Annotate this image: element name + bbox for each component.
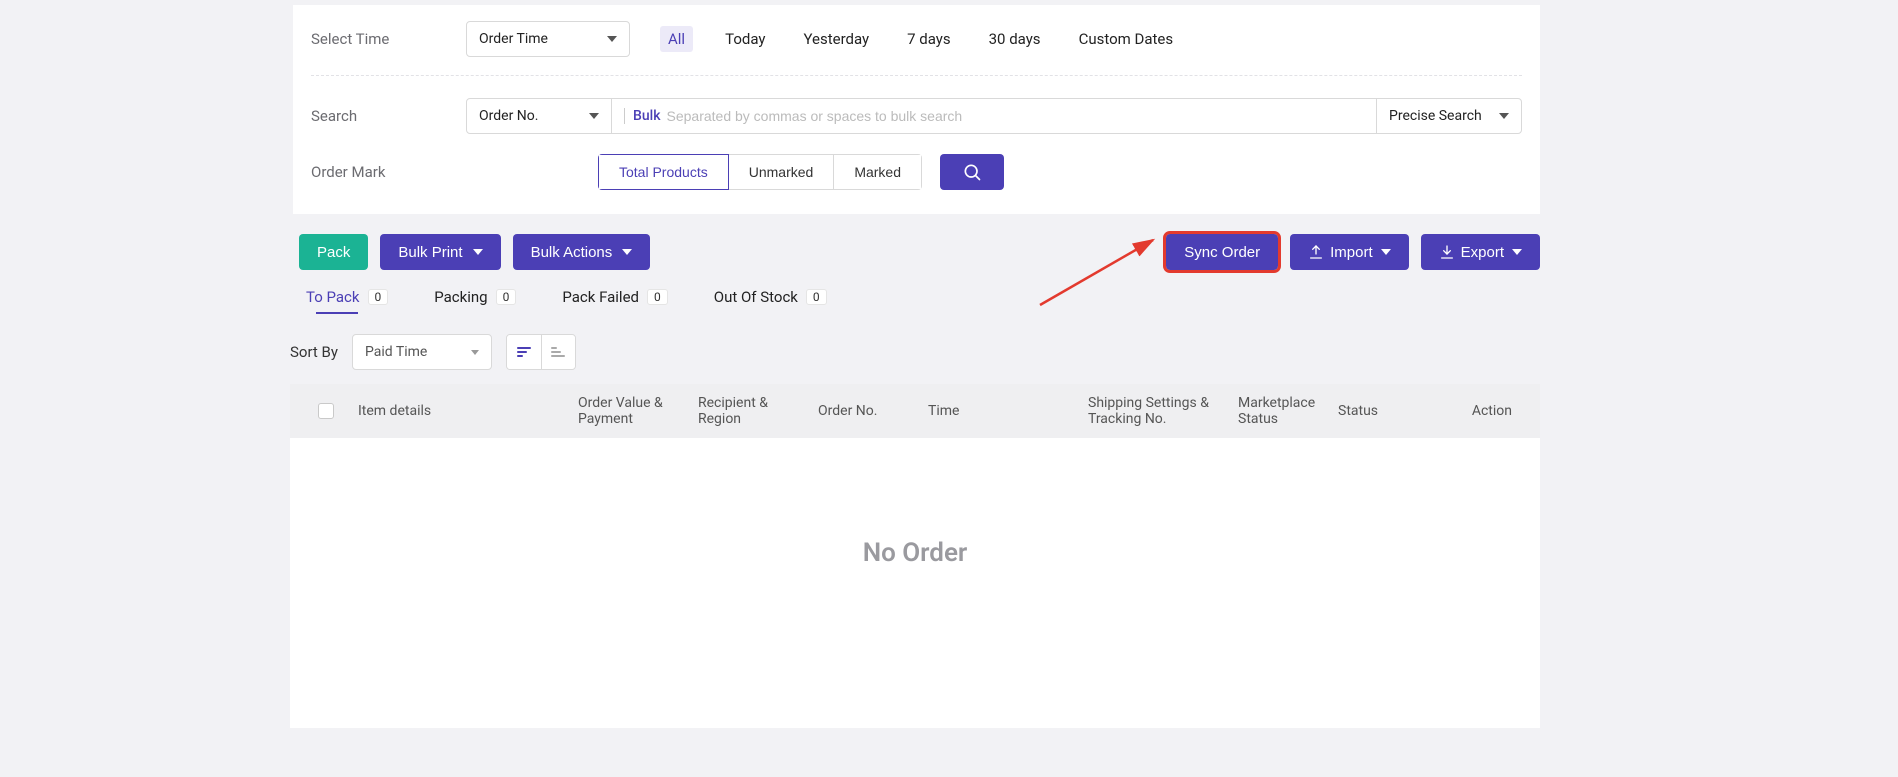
sort-by-value: Paid Time <box>365 344 427 360</box>
table-header: Item details Order Value & Payment Recip… <box>290 384 1540 438</box>
sort-by-label: Sort By <box>290 343 338 361</box>
tab-label: Packing <box>434 288 487 306</box>
time-opt-yesterday[interactable]: Yesterday <box>797 26 875 52</box>
search-input[interactable] <box>667 108 1365 124</box>
pack-button[interactable]: Pack <box>299 234 368 270</box>
search-field-select-value: Order No. <box>479 108 538 124</box>
mark-unmarked[interactable]: Unmarked <box>729 154 835 190</box>
th-time: Time <box>920 403 1080 419</box>
mark-marked[interactable]: Marked <box>834 154 922 190</box>
sync-order-button[interactable]: Sync Order <box>1166 234 1278 270</box>
order-time-select[interactable]: Order Time <box>466 21 630 57</box>
mark-total-products[interactable]: Total Products <box>598 154 729 190</box>
sort-asc-button[interactable] <box>541 335 575 369</box>
chevron-down-icon <box>589 113 599 119</box>
tab-label: To Pack <box>306 288 360 306</box>
th-status: Status <box>1330 403 1430 419</box>
sort-by-select[interactable]: Paid Time <box>352 334 492 370</box>
chevron-down-icon <box>622 249 632 255</box>
bulk-tag: Bulk <box>624 108 661 124</box>
sort-desc-button[interactable] <box>507 335 541 369</box>
search-row: Search Order No. Bulk Precise Search <box>293 98 1540 134</box>
chevron-down-icon <box>471 350 479 355</box>
time-opt-today[interactable]: Today <box>719 26 771 52</box>
tab-count: 0 <box>806 289 827 305</box>
tab-label: Pack Failed <box>562 288 639 306</box>
search-field-select[interactable]: Order No. <box>466 98 612 134</box>
upload-icon <box>1308 244 1324 260</box>
bulk-actions-label: Bulk Actions <box>531 244 613 261</box>
tab-to-pack[interactable]: To Pack 0 <box>306 288 388 306</box>
bulk-print-button[interactable]: Bulk Print <box>380 234 500 270</box>
th-order-no: Order No. <box>810 403 920 419</box>
time-opt-all[interactable]: All <box>660 26 693 52</box>
search-label: Search <box>311 107 466 125</box>
time-opt-7days[interactable]: 7 days <box>901 26 957 52</box>
search-button[interactable] <box>940 154 1004 190</box>
th-order-value: Order Value & Payment <box>570 395 690 427</box>
chevron-down-icon <box>607 36 617 42</box>
select-time-label: Select Time <box>311 30 466 48</box>
select-all-checkbox[interactable] <box>318 403 334 419</box>
export-button[interactable]: Export <box>1421 234 1540 270</box>
sort-row: Sort By Paid Time <box>290 334 1898 370</box>
tab-count: 0 <box>647 289 668 305</box>
th-recipient: Recipient & Region <box>690 395 810 427</box>
precise-search-value: Precise Search <box>1389 108 1482 124</box>
filter-card: Select Time Order Time All Today Yesterd… <box>293 5 1540 214</box>
import-button[interactable]: Import <box>1290 234 1409 270</box>
download-icon <box>1439 244 1455 260</box>
bulk-actions-button[interactable]: Bulk Actions <box>513 234 651 270</box>
tab-out-of-stock[interactable]: Out Of Stock 0 <box>714 288 827 306</box>
time-options: All Today Yesterday 7 days 30 days Custo… <box>660 26 1179 52</box>
th-action: Action <box>1430 403 1520 419</box>
order-time-select-value: Order Time <box>479 31 548 47</box>
export-label: Export <box>1461 244 1504 261</box>
bulk-print-label: Bulk Print <box>398 244 462 261</box>
th-marketplace-status: Marketplace Status <box>1230 395 1330 427</box>
ordermark-row: Order Mark Total Products Unmarked Marke… <box>293 154 1540 190</box>
sort-asc-icon <box>550 345 566 359</box>
status-tabs: To Pack 0 Packing 0 Pack Failed 0 Out Of… <box>306 288 1898 306</box>
tab-count: 0 <box>368 289 389 305</box>
chevron-down-icon <box>1381 249 1391 255</box>
sort-direction-group <box>506 334 576 370</box>
tab-pack-failed[interactable]: Pack Failed 0 <box>562 288 667 306</box>
sort-desc-icon <box>516 345 532 359</box>
precise-search-select[interactable]: Precise Search <box>1376 98 1522 134</box>
divider <box>311 75 1522 76</box>
chevron-down-icon <box>473 249 483 255</box>
empty-state: No Order <box>290 438 1540 728</box>
chevron-down-icon <box>1512 249 1522 255</box>
th-shipping: Shipping Settings & Tracking No. <box>1080 395 1230 427</box>
tab-label: Out Of Stock <box>714 288 798 306</box>
time-filter-row: Select Time Order Time All Today Yesterd… <box>293 21 1540 57</box>
ordermark-label: Order Mark <box>311 163 466 181</box>
th-item-details: Item details <box>350 403 570 419</box>
mark-button-group: Total Products Unmarked Marked <box>598 154 922 190</box>
time-opt-30days[interactable]: 30 days <box>983 26 1047 52</box>
time-opt-custom[interactable]: Custom Dates <box>1073 26 1180 52</box>
search-input-wrap: Bulk <box>612 98 1376 134</box>
search-icon <box>962 162 982 182</box>
chevron-down-icon <box>1499 113 1509 119</box>
import-label: Import <box>1330 244 1373 261</box>
tab-packing[interactable]: Packing 0 <box>434 288 516 306</box>
tab-count: 0 <box>496 289 517 305</box>
toolbar: Pack Bulk Print Bulk Actions Sync Order … <box>299 214 1540 270</box>
orders-table: Item details Order Value & Payment Recip… <box>290 384 1540 728</box>
